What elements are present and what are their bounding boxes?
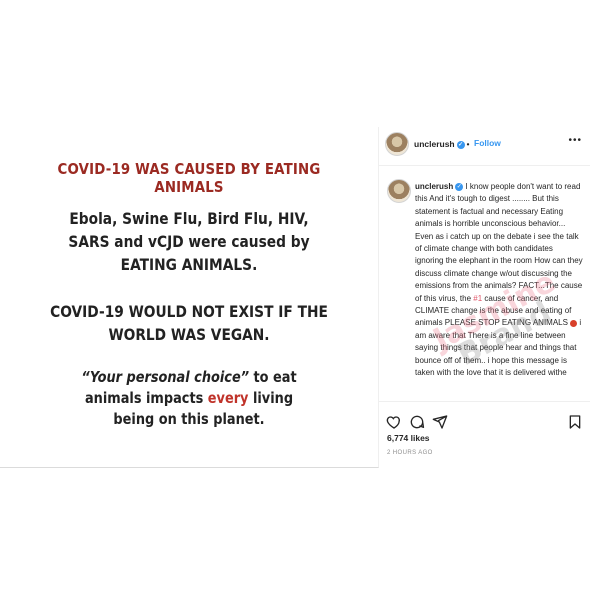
username-text[interactable]: unclerush (414, 139, 455, 149)
post-sidebar: unclerush ✓ • Follow ••• unclerush ✓ I know… (379, 127, 590, 467)
like-count[interactable]: 6,774 likes (387, 433, 430, 443)
image-line: SARS and vCJD were caused by (68, 232, 310, 251)
avatar[interactable] (385, 132, 409, 156)
caption-avatar[interactable] (387, 179, 411, 203)
image-line: COVID-19 WOULD NOT EXIST IF THE (50, 302, 328, 321)
separator-dot: • (466, 140, 470, 149)
image-text: animals impacts (84, 389, 208, 407)
share-icon[interactable] (432, 414, 448, 430)
image-text: to eat (248, 368, 297, 386)
instagram-post: COVID-19 WAS CAUSED BY EATING ANIMALS Eb… (0, 127, 590, 468)
image-line: animals impacts every living (44, 388, 335, 409)
image-text-block-2: COVID-19 WOULD NOT EXIST IF THE WORLD WA… (44, 300, 335, 346)
follow-button[interactable]: Follow (474, 138, 501, 148)
caption-body: I know people don't want to read this An… (415, 182, 583, 303)
image-line: “Your personal choice” to eat (44, 367, 335, 388)
image-line: EATING ANIMALS. (120, 255, 258, 274)
caption-username[interactable]: unclerush (415, 182, 453, 191)
image-line: WORLD WAS VEGAN. (108, 325, 270, 344)
more-options-icon[interactable]: ••• (568, 135, 582, 146)
verified-icon: ✓ (456, 140, 465, 149)
image-text-block-3: “Your personal choice” to eat animals im… (44, 367, 335, 430)
heart-icon[interactable] (386, 414, 402, 430)
hashtag-link[interactable]: #1 (473, 294, 482, 303)
image-text-block-1: Ebola, Swine Flu, Bird Flu, HIV, SARS an… (44, 207, 335, 276)
caption-text: unclerush ✓ I know people don't want to r… (415, 181, 583, 380)
bookmark-icon[interactable] (567, 414, 583, 430)
header-username[interactable]: unclerush ✓ • (414, 139, 471, 149)
post-image[interactable]: COVID-19 WAS CAUSED BY EATING ANIMALS Eb… (0, 127, 379, 468)
post-timestamp[interactable]: 2 HOURS AGO (387, 450, 433, 456)
image-emphasis: every (207, 389, 249, 407)
action-bar (379, 401, 590, 429)
image-line: Ebola, Swine Flu, Bird Flu, HIV, (69, 209, 309, 228)
post-header: unclerush ✓ • Follow ••• (379, 127, 590, 166)
caption-scroll[interactable]: unclerush ✓ I know people don't want to r… (415, 181, 583, 426)
image-line: being on this planet. (113, 410, 265, 428)
image-text: living (248, 389, 294, 407)
image-quote: “Your personal choice” (81, 368, 249, 386)
image-headline: COVID-19 WAS CAUSED BY EATING ANIMALS (57, 160, 321, 196)
comment-icon[interactable] (409, 414, 425, 430)
